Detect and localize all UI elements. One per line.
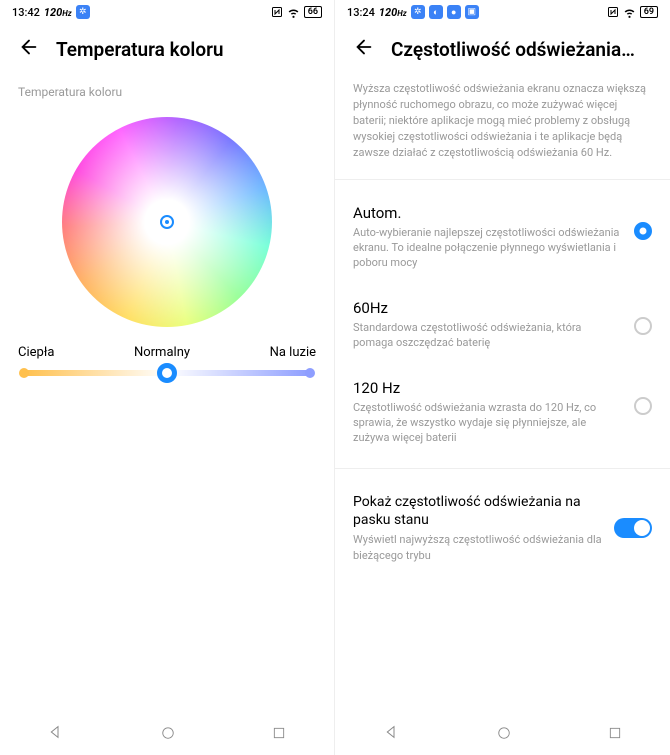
radio-60hz[interactable] (634, 317, 652, 335)
toggle-desc: Wyświetl najwyższą częstotliwość odśwież… (353, 532, 604, 563)
slider-end-cool (305, 368, 315, 378)
slider-thumb[interactable] (157, 363, 177, 383)
option-120hz[interactable]: 120 Hz Częstotliwość odświeżania wzrasta… (353, 365, 652, 460)
status-refresh-rate: 120Hz (379, 6, 407, 19)
nfc-icon (271, 6, 283, 18)
option-title: 120 Hz (353, 379, 624, 397)
temperature-slider[interactable] (24, 370, 310, 376)
header: Temperatura koloru (0, 24, 334, 71)
toggle-title: Pokaż częstotliwość odświeżania na pasku… (353, 493, 604, 529)
divider (335, 468, 670, 469)
nav-home-icon[interactable] (161, 725, 175, 744)
color-wheel-selector[interactable] (160, 215, 174, 229)
nav-recent-icon[interactable] (608, 725, 622, 744)
app-icon-1: ✲ (411, 5, 425, 19)
label-cool: Na luzie (270, 345, 316, 360)
radio-auto[interactable] (634, 222, 652, 240)
option-60hz[interactable]: 60Hz Standardowa częstotliwość odświeżan… (353, 285, 652, 365)
color-wheel[interactable] (62, 117, 272, 327)
label-warm: Ciepła (18, 345, 54, 360)
nav-home-icon[interactable] (497, 725, 511, 744)
temperature-labels: Ciepła Normalny Na luzie (18, 345, 316, 360)
battery-level: 69 (640, 6, 658, 18)
wifi-icon (623, 6, 636, 19)
show-rate-toggle[interactable] (614, 518, 652, 538)
status-time: 13:24 (347, 6, 375, 19)
option-title: 60Hz (353, 299, 624, 317)
back-button[interactable] (353, 36, 375, 63)
navbar (0, 713, 334, 755)
statusbar: 13:24 120Hz ✲ ◐ ● ▣ 69 (335, 0, 670, 24)
option-auto[interactable]: Autom. Auto-wybieranie najlepszej często… (353, 190, 652, 285)
navbar (335, 713, 670, 755)
battery-level: 66 (304, 6, 322, 18)
nav-back-icon[interactable] (384, 724, 400, 744)
page-title: Częstotliwość odświeżania… (391, 38, 635, 61)
nfc-icon (607, 6, 619, 18)
option-desc: Auto-wybieranie najlepszej częstotliwośc… (353, 225, 624, 271)
app-icon: ✲ (76, 5, 90, 19)
slider-end-warm (19, 368, 29, 378)
option-desc: Standardowa częstotliwość odświeżania, k… (353, 320, 624, 351)
nav-recent-icon[interactable] (272, 725, 286, 744)
page-title: Temperatura koloru (56, 38, 224, 61)
show-rate-toggle-row[interactable]: Pokaż częstotliwość odświeżania na pasku… (353, 479, 652, 577)
radio-120hz[interactable] (634, 397, 652, 415)
label-normal: Normalny (134, 345, 190, 360)
back-button[interactable] (18, 36, 40, 63)
refresh-rate-description: Wyższa częstotliwość odświeżania ekranu … (353, 81, 652, 161)
status-refresh-rate: 120Hz (44, 6, 72, 19)
app-icon-2: ◐ (429, 5, 443, 19)
option-desc: Częstotliwość odświeżania wzrasta do 120… (353, 400, 624, 446)
statusbar: 13:42 120Hz ✲ 66 (0, 0, 334, 24)
nav-back-icon[interactable] (48, 724, 64, 744)
divider (335, 179, 670, 180)
option-title: Autom. (353, 204, 624, 222)
status-time: 13:42 (12, 6, 40, 19)
app-icon-4: ▣ (465, 5, 479, 19)
phone-left: 13:42 120Hz ✲ 66 Temperatura koloru Temp (0, 0, 335, 755)
header: Częstotliwość odświeżania… (335, 24, 670, 71)
phone-right: 13:24 120Hz ✲ ◐ ● ▣ 69 Częstotliw (335, 0, 670, 755)
section-label: Temperatura koloru (18, 85, 316, 99)
wifi-icon (287, 6, 300, 19)
app-icon-3: ● (447, 5, 461, 19)
